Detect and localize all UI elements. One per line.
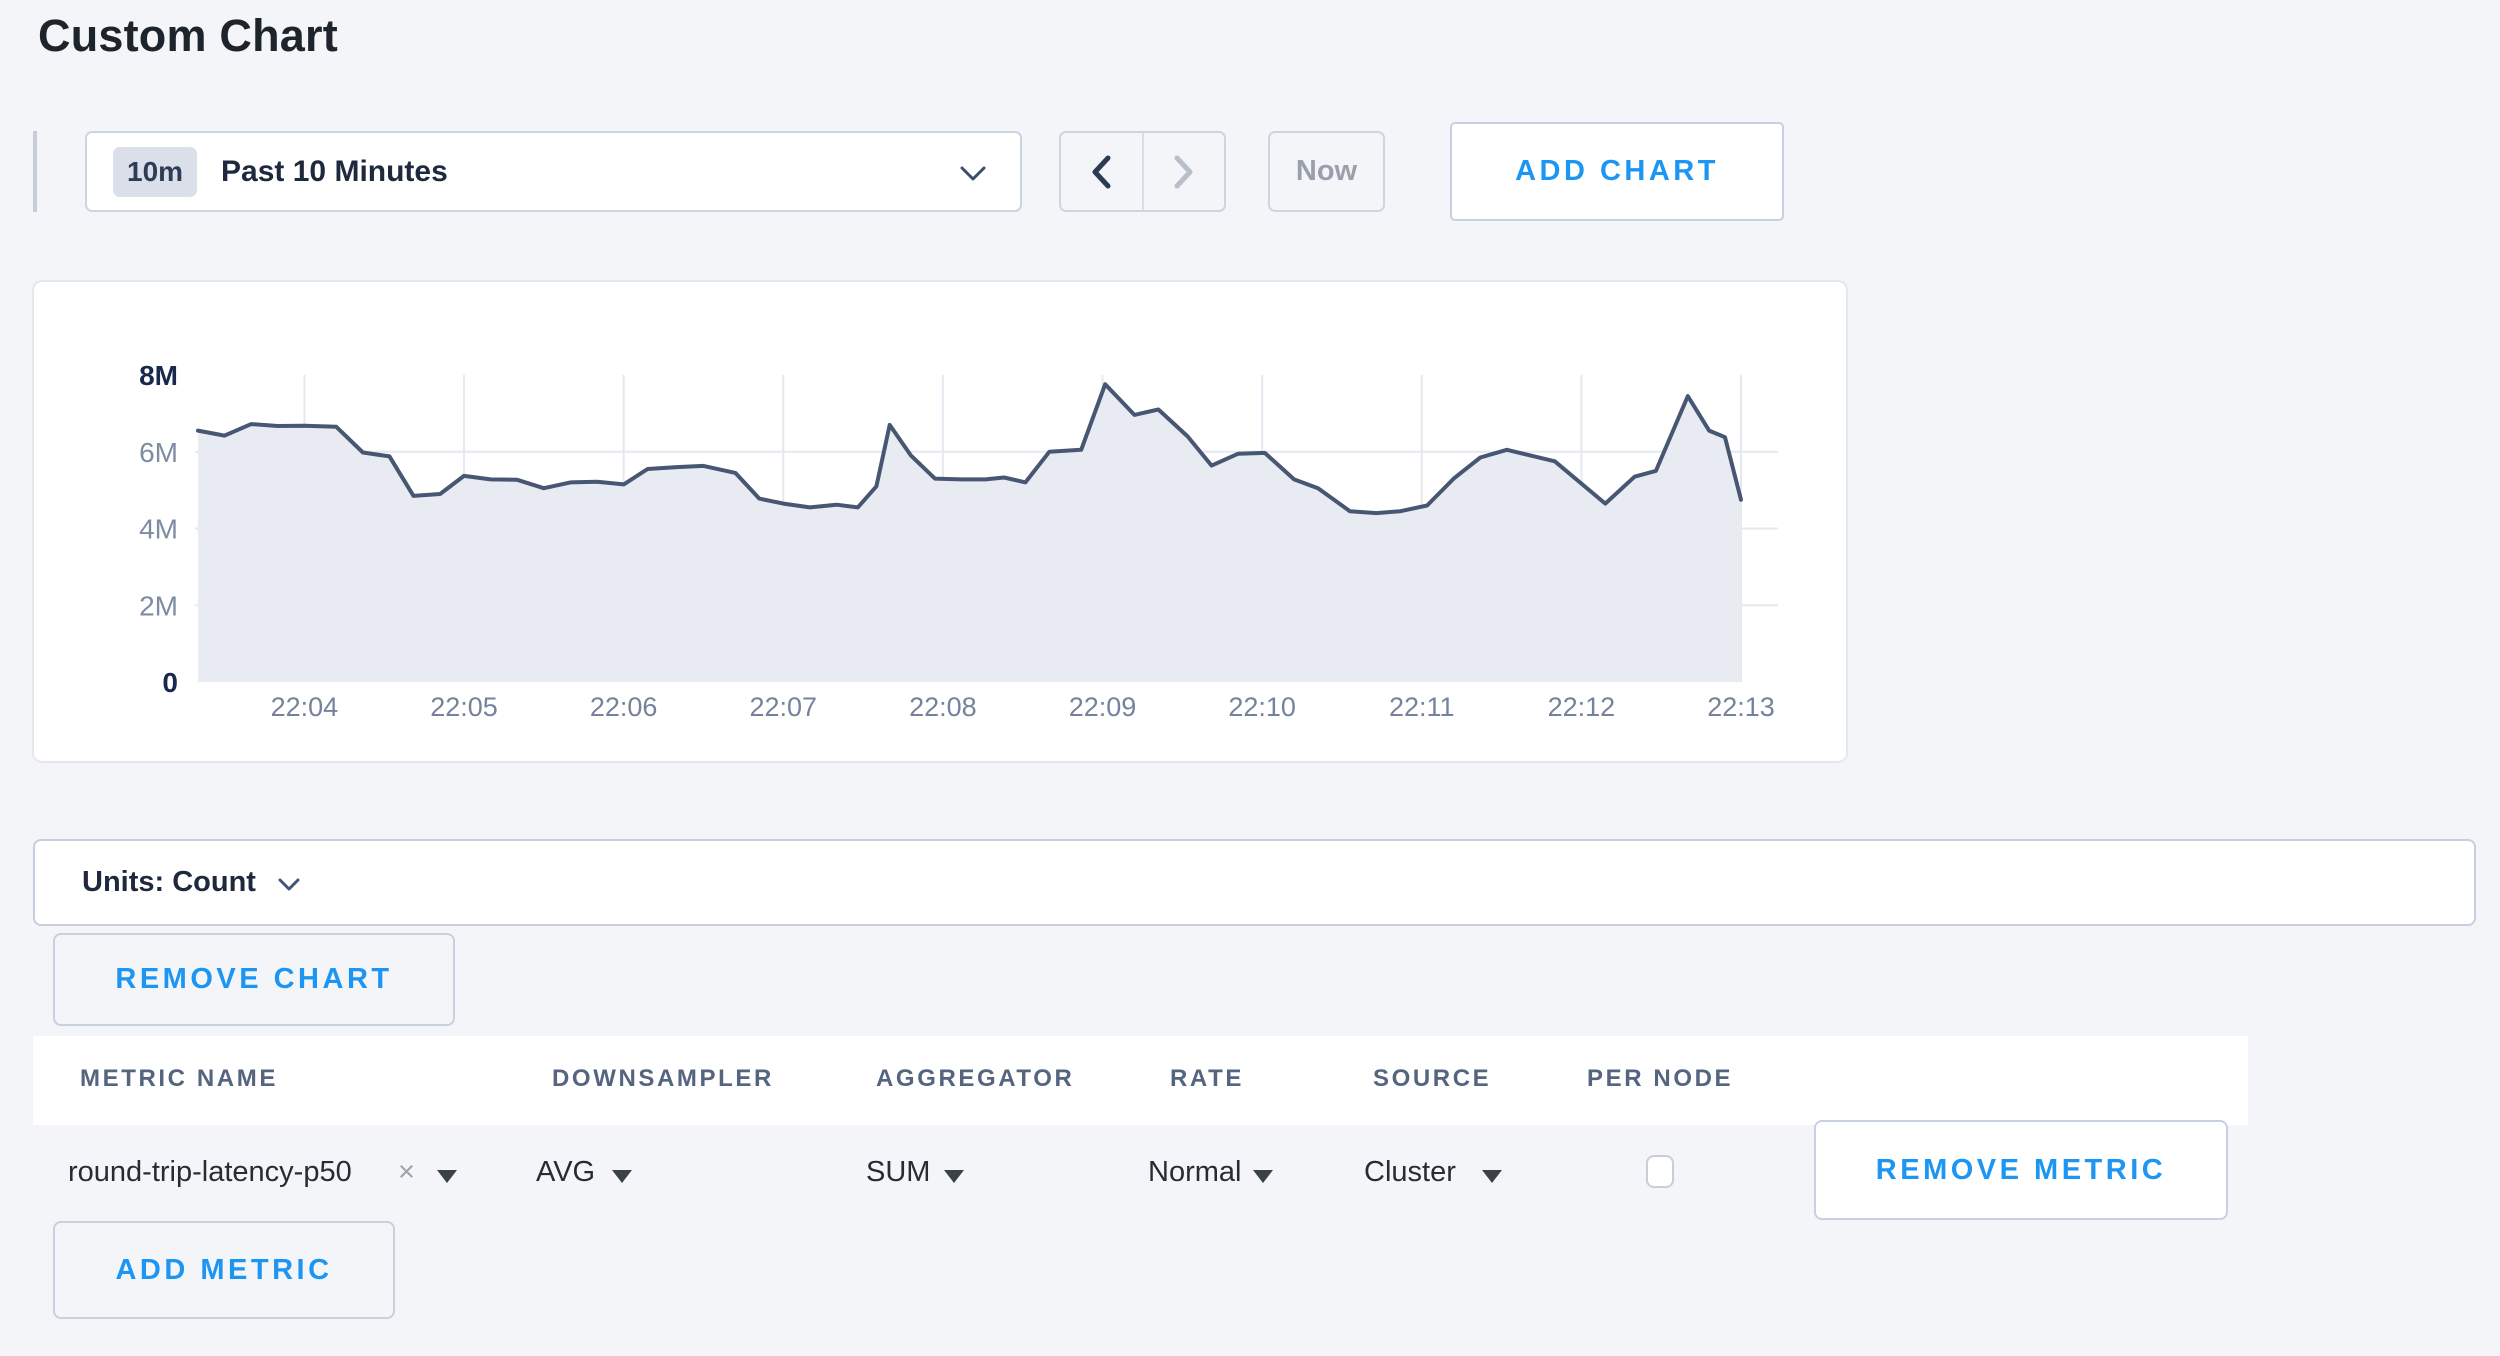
page-title: Custom Chart [38, 10, 338, 62]
prev-time-button[interactable] [1061, 133, 1142, 210]
y-axis-tick-label: 8M [139, 360, 178, 391]
now-button[interactable]: Now [1268, 131, 1385, 212]
chevron-left-icon [1090, 155, 1112, 189]
caret-down-icon[interactable] [1253, 1170, 1273, 1183]
x-axis-tick-label: 22:13 [1707, 692, 1775, 722]
metrics-table-header [33, 1036, 2248, 1125]
column-header-per-node: PER NODE [1587, 1065, 1733, 1093]
caret-down-icon[interactable] [612, 1170, 632, 1183]
close-icon[interactable]: × [398, 1156, 415, 1189]
x-axis-tick-label: 22:08 [909, 692, 977, 722]
remove-chart-button[interactable]: REMOVE CHART [53, 933, 455, 1026]
x-axis-tick-label: 22:12 [1548, 692, 1616, 722]
next-time-button[interactable] [1144, 133, 1225, 210]
remove-chart-label: REMOVE CHART [115, 963, 392, 996]
column-header-rate: RATE [1170, 1065, 1244, 1093]
series-area [198, 384, 1741, 682]
remove-metric-label: REMOVE METRIC [1876, 1154, 2166, 1187]
x-axis-tick-label: 22:07 [749, 692, 817, 722]
units-dropdown-label: Units: Count [82, 866, 256, 899]
toolbar-divider [33, 131, 37, 212]
column-header-metric-name: METRIC NAME [80, 1065, 278, 1093]
time-window-label: Past 10 Minutes [221, 155, 448, 189]
x-axis-tick-label: 22:10 [1228, 692, 1296, 722]
x-axis-tick-label: 22:06 [590, 692, 658, 722]
source-select[interactable]: Cluster [1364, 1156, 1456, 1189]
x-axis-tick-label: 22:11 [1389, 692, 1455, 722]
add-chart-button[interactable]: ADD CHART [1450, 122, 1784, 221]
time-window-badge: 10m [113, 147, 197, 197]
add-metric-label: ADD METRIC [115, 1254, 332, 1287]
y-axis-tick-label: 2M [139, 590, 178, 621]
chevron-down-icon [960, 166, 986, 182]
rate-select[interactable]: Normal [1148, 1156, 1241, 1189]
latency-chart-svg: 8M 6M 4M 2M 0 22:04 22:05 22:06 22:07 22:08 22:09 2… [32, 280, 1848, 763]
aggregator-select[interactable]: SUM [866, 1156, 930, 1189]
remove-metric-button[interactable]: REMOVE METRIC [1814, 1120, 2228, 1220]
y-axis-tick-label: 6M [139, 437, 178, 468]
chevron-down-icon [278, 878, 300, 892]
x-axis-tick-label: 22:05 [430, 692, 498, 722]
column-header-source: SOURCE [1373, 1065, 1491, 1093]
time-window-dropdown[interactable]: 10m Past 10 Minutes [85, 131, 1022, 212]
per-node-checkbox[interactable] [1646, 1155, 1674, 1188]
y-axis-tick-label: 0 [162, 667, 178, 698]
now-button-label: Now [1296, 155, 1357, 188]
chevron-right-icon [1173, 155, 1195, 189]
column-header-downsampler: DOWNSAMPLER [552, 1065, 774, 1093]
add-chart-label: ADD CHART [1515, 155, 1719, 188]
caret-down-icon[interactable] [944, 1170, 964, 1183]
caret-down-icon[interactable] [1482, 1170, 1502, 1183]
column-header-aggregator: AGGREGATOR [876, 1065, 1074, 1093]
time-pager [1059, 131, 1226, 212]
add-metric-button[interactable]: ADD METRIC [53, 1221, 395, 1319]
y-axis-tick-label: 4M [139, 514, 178, 545]
metric-name-select[interactable]: round-trip-latency-p50 [68, 1156, 352, 1189]
x-axis-tick-label: 22:09 [1069, 692, 1137, 722]
units-dropdown[interactable]: Units: Count [33, 839, 2476, 926]
caret-down-icon[interactable] [437, 1170, 457, 1183]
downsampler-select[interactable]: AVG [536, 1156, 595, 1189]
x-axis-tick-label: 22:04 [271, 692, 339, 722]
